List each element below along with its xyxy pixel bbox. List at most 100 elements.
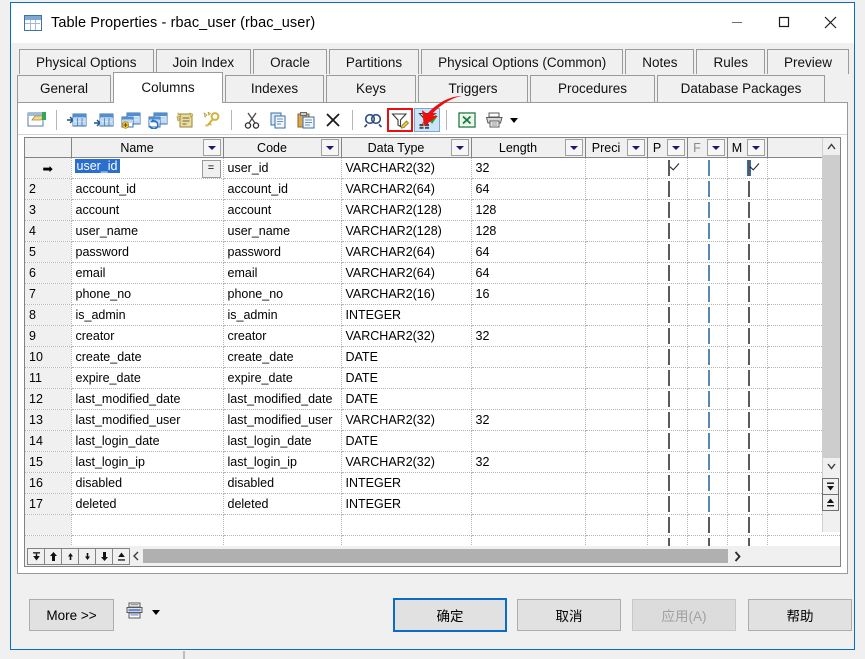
chevron-down-icon[interactable] xyxy=(203,139,221,156)
col-header-foreign[interactable]: F xyxy=(687,138,727,158)
checkbox-primary[interactable] xyxy=(668,433,670,449)
tab-general[interactable]: General xyxy=(17,75,111,102)
cell-code[interactable]: user_id xyxy=(223,158,341,179)
cell-precision[interactable] xyxy=(585,431,647,452)
cell-foreign[interactable] xyxy=(687,389,727,410)
cell-datatype[interactable]: VARCHAR2(128) xyxy=(341,200,471,221)
scroll-right-button[interactable] xyxy=(728,548,746,565)
last-row-button[interactable] xyxy=(112,548,130,565)
cell-foreign[interactable] xyxy=(687,515,727,536)
cell-name[interactable] xyxy=(71,515,223,536)
cell-code[interactable]: account_id xyxy=(223,179,341,200)
cell-datatype[interactable] xyxy=(341,515,471,536)
cell-mandatory[interactable] xyxy=(727,494,767,515)
cell-datatype[interactable]: INTEGER xyxy=(341,305,471,326)
cell-code[interactable]: last_login_date xyxy=(223,431,341,452)
maximize-button[interactable] xyxy=(760,3,807,41)
checkbox-mandatory[interactable] xyxy=(748,202,750,218)
chevron-down-icon[interactable] xyxy=(707,139,725,156)
prev-page-button[interactable] xyxy=(44,548,62,565)
cell-name[interactable]: =user_id xyxy=(71,158,223,179)
cell-precision[interactable] xyxy=(585,368,647,389)
cell-datatype[interactable]: DATE xyxy=(341,389,471,410)
close-button[interactable] xyxy=(807,3,854,41)
cell-mandatory[interactable] xyxy=(727,368,767,389)
checkbox-primary[interactable] xyxy=(668,349,670,365)
cell-code[interactable]: user_name xyxy=(223,221,341,242)
cell-foreign[interactable] xyxy=(687,368,727,389)
row-header[interactable]: 3 xyxy=(25,200,71,221)
cell-code[interactable]: creator xyxy=(223,326,341,347)
cell-primary[interactable] xyxy=(647,368,687,389)
table-row[interactable]: 6emailemailVARCHAR2(64)64 xyxy=(25,263,841,284)
add-object-icon[interactable] xyxy=(118,108,144,132)
cell-primary[interactable] xyxy=(647,242,687,263)
cell-code[interactable]: account xyxy=(223,200,341,221)
checkbox-primary[interactable] xyxy=(668,412,670,428)
help-button[interactable]: 帮助 xyxy=(748,599,852,631)
cell-length[interactable]: 32 xyxy=(471,326,585,347)
tab-notes[interactable]: Notes xyxy=(625,49,694,74)
replace-object-icon[interactable] xyxy=(145,108,171,132)
tab-preview[interactable]: Preview xyxy=(767,49,849,74)
cell-length[interactable] xyxy=(471,347,585,368)
col-header-mandatory[interactable]: M xyxy=(727,138,767,158)
cell-datatype[interactable]: VARCHAR2(32) xyxy=(341,452,471,473)
cell-primary[interactable] xyxy=(647,263,687,284)
print-icon[interactable] xyxy=(481,108,507,132)
scroll-down-button[interactable] xyxy=(823,458,840,475)
cell-precision[interactable] xyxy=(585,326,647,347)
table-row[interactable]: 9creatorcreatorVARCHAR2(32)32 xyxy=(25,326,841,347)
cell-primary[interactable] xyxy=(647,494,687,515)
checkbox-primary[interactable] xyxy=(668,475,670,491)
cell-length[interactable] xyxy=(471,473,585,494)
checkbox-foreign[interactable] xyxy=(708,433,710,449)
cell-primary[interactable] xyxy=(647,347,687,368)
row-header[interactable]: 12 xyxy=(25,389,71,410)
checkbox-foreign[interactable] xyxy=(708,370,710,386)
cell-length[interactable]: 16 xyxy=(471,284,585,305)
cell-precision[interactable] xyxy=(585,221,647,242)
chevron-down-icon[interactable] xyxy=(747,139,765,156)
checkbox-primary[interactable] xyxy=(668,391,670,407)
cell-length[interactable] xyxy=(471,305,585,326)
cell-datatype[interactable]: VARCHAR2(16) xyxy=(341,284,471,305)
print-dropdown-arrow-footer[interactable] xyxy=(150,601,162,623)
minimize-button[interactable] xyxy=(713,3,760,41)
row-header[interactable]: 15 xyxy=(25,452,71,473)
row-header[interactable]: 7 xyxy=(25,284,71,305)
cell-length[interactable] xyxy=(471,494,585,515)
checkbox-primary[interactable] xyxy=(668,202,670,218)
cell-length[interactable]: 64 xyxy=(471,242,585,263)
row-header[interactable] xyxy=(25,515,71,536)
cell-precision[interactable] xyxy=(585,242,647,263)
cell-name[interactable]: expire_date xyxy=(71,368,223,389)
chevron-down-icon[interactable] xyxy=(627,139,645,156)
table-row[interactable]: 17deleteddeletedINTEGER xyxy=(25,494,841,515)
cell-foreign[interactable] xyxy=(687,200,727,221)
scroll-up-button[interactable] xyxy=(823,138,840,155)
checkbox-mandatory[interactable] xyxy=(748,307,750,323)
cell-name[interactable]: create_date xyxy=(71,347,223,368)
cell-primary[interactable] xyxy=(647,179,687,200)
cell-precision[interactable] xyxy=(585,494,647,515)
tab-database-packages[interactable]: Database Packages xyxy=(657,75,825,102)
cell-foreign[interactable] xyxy=(687,305,727,326)
checkbox-foreign[interactable] xyxy=(708,286,710,302)
table-row[interactable]: 3accountaccountVARCHAR2(128)128 xyxy=(25,200,841,221)
cell-code[interactable] xyxy=(223,515,341,536)
print-dropdown-arrow[interactable] xyxy=(508,109,520,131)
cell-datatype[interactable]: INTEGER xyxy=(341,494,471,515)
cell-mandatory[interactable] xyxy=(727,158,767,179)
add-row-icon[interactable] xyxy=(91,108,117,132)
tab-columns[interactable]: Columns xyxy=(113,72,223,103)
checkbox-primary[interactable] xyxy=(668,307,670,323)
checkbox-primary[interactable] xyxy=(668,160,670,176)
checkbox-mandatory[interactable] xyxy=(748,475,750,491)
row-header[interactable]: ➡ xyxy=(25,158,71,179)
columns-grid[interactable]: Name Code Data Type Length Preci xyxy=(24,137,841,567)
cell-name[interactable]: last_login_date xyxy=(71,431,223,452)
cell-precision[interactable] xyxy=(585,347,647,368)
checkbox-foreign[interactable] xyxy=(708,475,710,491)
row-header[interactable]: 5 xyxy=(25,242,71,263)
